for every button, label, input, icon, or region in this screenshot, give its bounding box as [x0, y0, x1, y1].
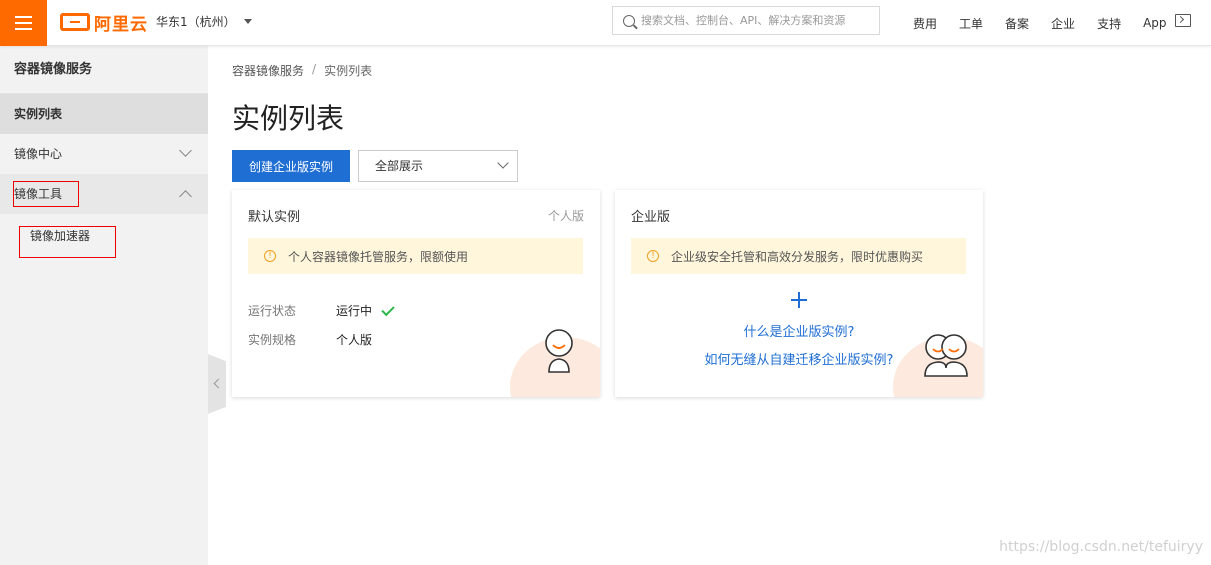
nav-billing[interactable]: 费用 — [913, 15, 937, 32]
annotation-box — [13, 181, 79, 207]
terminal-icon[interactable] — [1175, 14, 1191, 27]
warning-icon: ! — [264, 250, 276, 262]
spec-value: 个人版 — [336, 333, 373, 347]
sidebar-collapse-toggle[interactable] — [208, 354, 226, 414]
check-icon — [381, 302, 395, 316]
sidebar-item-image-center[interactable]: 镜像中心 — [0, 134, 208, 174]
sidebar-item-instances[interactable]: 实例列表 — [0, 94, 208, 134]
card-title: 企业版 — [631, 210, 671, 225]
sidebar-item-label: 镜像中心 — [14, 147, 63, 161]
card-notice-text: 个人容器镜像托管服务，限额使用 — [288, 249, 469, 264]
sidebar: 容器镜像服务 实例列表 镜像中心 镜像工具 镜像加速器 — [0, 46, 208, 565]
chevron-down-icon — [179, 144, 192, 157]
search-box[interactable] — [612, 6, 880, 35]
card-tag: 个人版 — [547, 209, 584, 223]
status-label: 运行状态 — [248, 304, 297, 318]
menu-icon[interactable] — [0, 0, 47, 46]
nav-icp[interactable]: 备案 — [1005, 15, 1029, 32]
caret-down-icon — [243, 19, 252, 24]
status-value: 运行中 — [336, 304, 373, 318]
sidebar-item-label: 实例列表 — [14, 107, 63, 121]
enterprise-instance-card[interactable]: 企业版 ! 企业级安全托管和高效分发服务，限时优惠购买 什么是企业版实例? 如何… — [615, 190, 983, 397]
nav-enterprise[interactable]: 企业 — [1051, 15, 1075, 32]
warning-icon: ! — [647, 250, 659, 262]
nav-app[interactable]: App — [1143, 16, 1166, 30]
nav-tickets[interactable]: 工单 — [959, 15, 983, 32]
aliyun-logo-mark-icon — [60, 13, 90, 31]
search-input[interactable] — [641, 14, 869, 27]
search-icon — [623, 14, 635, 27]
person-icon — [545, 329, 573, 373]
instance-filter-select[interactable]: 全部展示 — [358, 150, 518, 182]
chevron-down-icon — [497, 157, 509, 169]
breadcrumb-separator: / — [312, 62, 317, 76]
create-enterprise-instance-button[interactable]: 创建企业版实例 — [232, 150, 350, 182]
region-selector[interactable]: 华东1（杭州） — [156, 13, 252, 30]
breadcrumb: 容器镜像服务 / 实例列表 — [232, 62, 372, 79]
sidebar-title: 容器镜像服务 — [0, 46, 208, 94]
instance-filter-value: 全部展示 — [375, 159, 424, 173]
card-notice: ! 企业级安全托管和高效分发服务，限时优惠购买 — [631, 238, 966, 274]
spec-row: 实例规格 个人版 — [248, 331, 372, 348]
watermark: https://blog.csdn.net/tefuiryy — [999, 539, 1203, 555]
card-notice: ! 个人容器镜像托管服务，限额使用 — [248, 238, 583, 274]
chevron-up-icon — [179, 190, 192, 203]
nav-support[interactable]: 支持 — [1097, 15, 1121, 32]
breadcrumb-root[interactable]: 容器镜像服务 — [232, 62, 304, 79]
card-notice-text: 企业级安全托管和高效分发服务，限时优惠购买 — [671, 249, 924, 264]
breadcrumb-current: 实例列表 — [324, 64, 373, 78]
aliyun-logo[interactable]: 阿里云 — [60, 10, 148, 35]
group-icon — [924, 334, 968, 377]
status-row: 运行状态 运行中 — [248, 302, 395, 319]
card-title: 默认实例 — [248, 210, 301, 225]
default-instance-card[interactable]: 默认实例 个人版 ! 个人容器镜像托管服务，限额使用 运行状态 运行中 实例规格… — [232, 190, 600, 397]
plus-icon[interactable] — [789, 290, 809, 310]
page-title: 实例列表 — [232, 102, 345, 135]
top-nav: 费用 工单 备案 企业 支持 App — [902, 0, 1178, 46]
top-bar: 阿里云 华东1（杭州） 费用 工单 备案 企业 支持 App — [0, 0, 1211, 46]
annotation-box — [19, 226, 116, 258]
region-label: 华东1（杭州） — [156, 15, 236, 29]
logo-text: 阿里云 — [94, 14, 148, 35]
spec-label: 实例规格 — [248, 333, 297, 347]
